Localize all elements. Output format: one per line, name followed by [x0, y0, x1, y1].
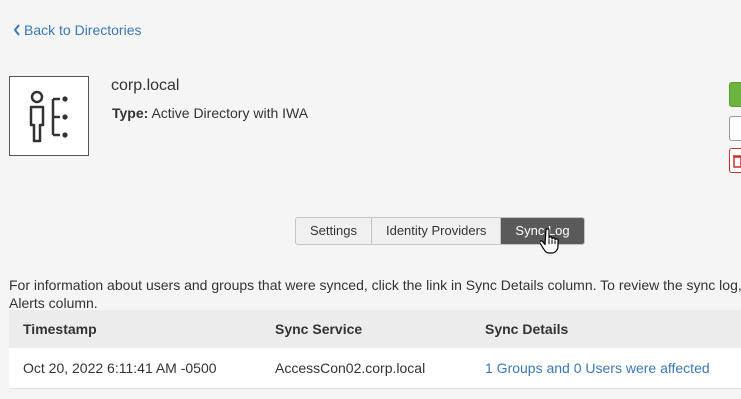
primary-action-button[interactable]	[729, 82, 741, 107]
header-sync-details[interactable]: Sync Details	[485, 321, 568, 337]
chevron-left-icon	[13, 24, 20, 36]
directory-icon-box	[9, 76, 89, 156]
back-link-label: Back to Directories	[24, 22, 142, 38]
sync-info-line-1: For information about users and groups t…	[9, 277, 741, 293]
sync-details-link[interactable]: 1 Groups and 0 Users were affected	[485, 360, 710, 376]
delete-button[interactable]	[729, 148, 741, 173]
back-to-directories-link[interactable]: Back to Directories	[13, 22, 141, 38]
directory-user-icon	[29, 90, 68, 143]
row-sync-service: AccessCon02.corp.local	[275, 360, 426, 376]
directory-name: corp.local	[111, 77, 180, 94]
table-row: Oct 20, 2022 6:11:41 AM -0500 AccessCon0…	[9, 348, 741, 389]
trash-icon	[733, 155, 741, 168]
directory-type-label: Type:	[112, 105, 149, 121]
header-sync-service[interactable]: Sync Service	[275, 321, 362, 337]
tab-settings[interactable]: Settings	[296, 218, 372, 244]
directory-type-value: Active Directory with IWA	[151, 105, 309, 121]
table-header: Timestamp Sync Service Sync Details	[9, 310, 741, 348]
row-timestamp: Oct 20, 2022 6:11:41 AM -0500	[23, 360, 217, 376]
tab-identity-providers[interactable]: Identity Providers	[371, 218, 502, 244]
sync-info-text: For information about users and groups t…	[9, 276, 741, 312]
directory-type: Type: Active Directory with IWA	[112, 105, 308, 121]
secondary-action-button[interactable]	[729, 116, 741, 141]
header-timestamp[interactable]: Timestamp	[23, 321, 97, 337]
sync-log-table: Timestamp Sync Service Sync Details Oct …	[9, 310, 741, 389]
hand-cursor-icon	[540, 228, 559, 254]
